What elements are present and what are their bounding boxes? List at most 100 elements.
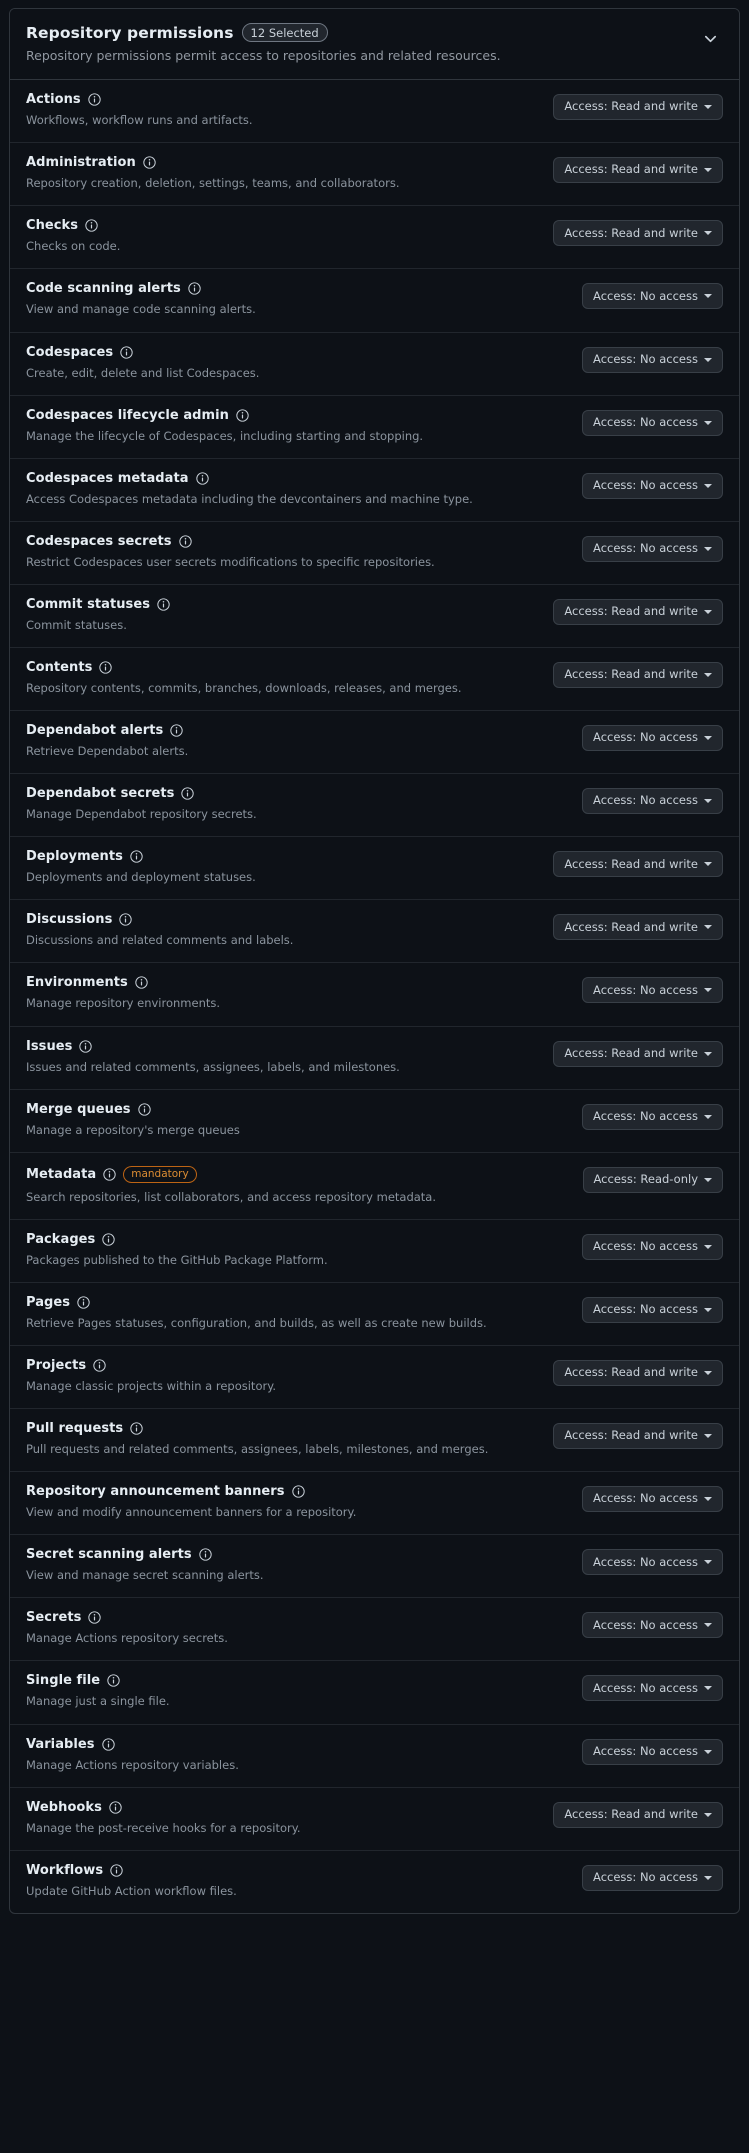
info-icon[interactable] (130, 1422, 143, 1435)
access-dropdown-button[interactable]: Access: No access (582, 1864, 723, 1891)
permission-row: Webhooks Manage the post-receive hooks f… (10, 1788, 739, 1851)
access-dropdown-button[interactable]: Access: Read and write (553, 1801, 723, 1828)
info-icon[interactable] (119, 913, 133, 927)
permission-name-row: Projects (26, 1359, 541, 1372)
info-icon[interactable] (102, 1233, 116, 1246)
info-icon[interactable] (107, 1674, 120, 1688)
access-dropdown-label: Access: No access (593, 477, 698, 492)
permission-name-row: Codespaces (26, 346, 570, 359)
info-icon[interactable] (88, 93, 101, 106)
permission-row: Single file Manage just a single file. A… (10, 1661, 739, 1725)
info-icon[interactable] (88, 1611, 102, 1625)
permission-info: Codespaces metadata Access Codespaces me… (26, 472, 582, 507)
info-icon[interactable] (93, 1359, 106, 1372)
access-dropdown-button[interactable]: Access: Read and write (553, 1360, 723, 1386)
access-dropdown-button[interactable]: Access: No access (582, 1738, 723, 1765)
permission-description: Discussions and related comments and lab… (26, 933, 294, 948)
access-dropdown-button[interactable]: Access: Read and write (553, 220, 723, 247)
access-dropdown-button[interactable]: Access: Read and write (553, 661, 723, 688)
access-dropdown-button[interactable]: Access: Read and write (553, 914, 723, 941)
access-dropdown-button[interactable]: Access: No access (582, 1549, 723, 1576)
permission-description: Checks on code. (26, 239, 121, 254)
permission-name-row: Environments (26, 976, 570, 989)
access-dropdown-label: Access: Read and write (564, 1045, 698, 1060)
info-icon[interactable] (178, 535, 192, 548)
permission-name-row: Repository announcement banners (26, 1485, 570, 1498)
access-dropdown-button[interactable]: Access: Read and write (553, 598, 723, 625)
info-icon[interactable] (77, 1296, 90, 1309)
access-dropdown-button[interactable]: Access: No access (582, 346, 723, 373)
info-icon[interactable] (99, 661, 113, 674)
permission-info: Code scanning alerts View and manage cod… (26, 282, 582, 317)
page-title: Repository permissions (26, 23, 234, 42)
info-icon[interactable] (195, 472, 209, 485)
permission-name: Packages (26, 1231, 96, 1247)
permission-info: Metadata mandatory Search repositories, … (26, 1165, 583, 1205)
access-dropdown-button[interactable]: Access: No access (582, 1233, 723, 1260)
info-icon[interactable] (120, 345, 133, 359)
permission-name-row: Discussions (26, 913, 541, 926)
info-icon[interactable] (137, 1102, 151, 1116)
permission-name: Single file (26, 1673, 101, 1689)
access-dropdown-button[interactable]: Access: Read and write (553, 157, 723, 184)
caret-down-icon (704, 1812, 712, 1817)
info-icon[interactable] (79, 1039, 93, 1053)
permission-name: Repository announcement banners (26, 1484, 285, 1500)
access-dropdown-button[interactable]: Access: No access (582, 535, 723, 562)
info-icon[interactable] (188, 282, 201, 296)
info-icon[interactable] (181, 787, 195, 800)
collapse-panel-button[interactable] (697, 25, 723, 51)
access-dropdown-button[interactable]: Access: No access (582, 1612, 723, 1639)
permission-row: Repository announcement banners View and… (10, 1472, 739, 1536)
caret-down-icon (704, 1114, 712, 1119)
permission-name: Discussions (26, 912, 113, 928)
access-dropdown-button[interactable]: Access: Read and write (553, 1040, 723, 1067)
permission-name: Merge queues (26, 1101, 131, 1117)
access-dropdown-button[interactable]: Access: No access (582, 472, 723, 499)
access-dropdown-label: Access: No access (593, 1239, 698, 1254)
permission-row: Packages Packages published to the GitHu… (10, 1220, 739, 1283)
access-dropdown-button[interactable]: Access: No access (582, 409, 723, 436)
info-icon[interactable] (85, 219, 98, 232)
permission-name-row: Contents (26, 661, 541, 674)
info-icon[interactable] (109, 1800, 122, 1814)
caret-down-icon (704, 1497, 712, 1502)
access-dropdown-button[interactable]: Access: No access (582, 1296, 723, 1323)
info-icon[interactable] (110, 1864, 123, 1877)
panel-subtitle: Repository permissions permit access to … (26, 48, 501, 63)
info-icon[interactable] (291, 1485, 305, 1498)
permission-description: Manage Actions repository secrets. (26, 1631, 228, 1646)
permission-info: Dependabot alerts Retrieve Dependabot al… (26, 724, 582, 759)
permission-info: Issues Issues and related comments, assi… (26, 1040, 553, 1075)
permission-name-row: Webhooks (26, 1801, 541, 1814)
access-dropdown-button[interactable]: Access: No access (582, 977, 723, 1004)
info-icon[interactable] (236, 408, 249, 422)
permission-description: Packages published to the GitHub Package… (26, 1252, 328, 1267)
caret-down-icon (704, 294, 712, 299)
info-icon[interactable] (170, 724, 183, 737)
info-icon[interactable] (135, 976, 148, 990)
access-dropdown-button[interactable]: Access: Read and write (553, 94, 723, 121)
info-icon[interactable] (130, 850, 143, 863)
access-dropdown-button[interactable]: Access: Read and write (553, 851, 723, 878)
permission-row: Issues Issues and related comments, assi… (10, 1027, 739, 1090)
info-icon[interactable] (157, 598, 170, 611)
caret-down-icon (704, 799, 712, 804)
access-dropdown-button[interactable]: Access: Read-only (582, 1166, 723, 1193)
info-icon[interactable] (143, 156, 156, 169)
access-dropdown-button[interactable]: Access: No access (582, 1675, 723, 1702)
access-dropdown-button[interactable]: Access: No access (582, 788, 723, 815)
permission-name-row: Issues (26, 1040, 541, 1053)
access-dropdown-button[interactable]: Access: No access (582, 1103, 723, 1130)
access-dropdown-label: Access: Read and write (564, 99, 698, 114)
access-dropdown-button[interactable]: Access: Read and write (553, 1423, 723, 1450)
permission-info: Codespaces secrets Restrict Codespaces u… (26, 535, 582, 570)
access-dropdown-button[interactable]: Access: No access (582, 1486, 723, 1513)
info-icon[interactable] (198, 1548, 212, 1561)
info-icon[interactable] (103, 1168, 116, 1181)
access-dropdown-button[interactable]: Access: No access (582, 725, 723, 752)
info-icon[interactable] (101, 1737, 115, 1751)
permission-name: Dependabot secrets (26, 786, 175, 802)
permission-name: Projects (26, 1358, 87, 1373)
access-dropdown-button[interactable]: Access: No access (582, 283, 723, 310)
